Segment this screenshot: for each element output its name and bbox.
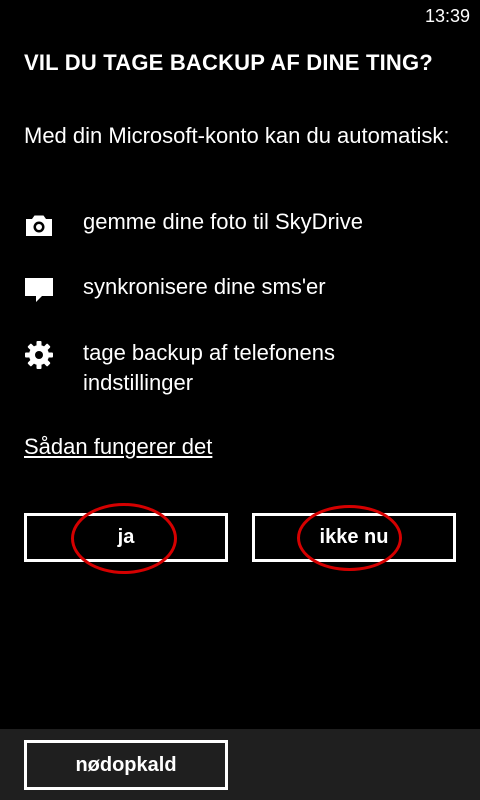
intro-text: Med din Microsoft-konto kan du automatis… bbox=[24, 123, 450, 148]
page-title: VIL DU TAGE BACKUP AF DINE TING? bbox=[24, 50, 433, 75]
emergency-call-button[interactable]: nødopkald bbox=[24, 740, 228, 790]
camera-icon bbox=[24, 210, 54, 240]
message-icon bbox=[24, 275, 54, 305]
feature-photos-label: gemme dine foto til SkyDrive bbox=[83, 209, 363, 234]
feature-settings-label: tage backup af telefonens indstillinger bbox=[83, 340, 335, 395]
feature-sms-label: synkronisere dine sms'er bbox=[83, 274, 326, 299]
yes-button[interactable]: ja bbox=[24, 513, 228, 562]
bottom-app-bar: nødopkald bbox=[0, 729, 480, 800]
not-now-button[interactable]: ikke nu bbox=[252, 513, 456, 562]
gear-icon bbox=[24, 340, 54, 370]
status-time: 13:39 bbox=[424, 6, 470, 26]
how-it-works-link[interactable]: Sådan fungerer det bbox=[24, 432, 212, 462]
